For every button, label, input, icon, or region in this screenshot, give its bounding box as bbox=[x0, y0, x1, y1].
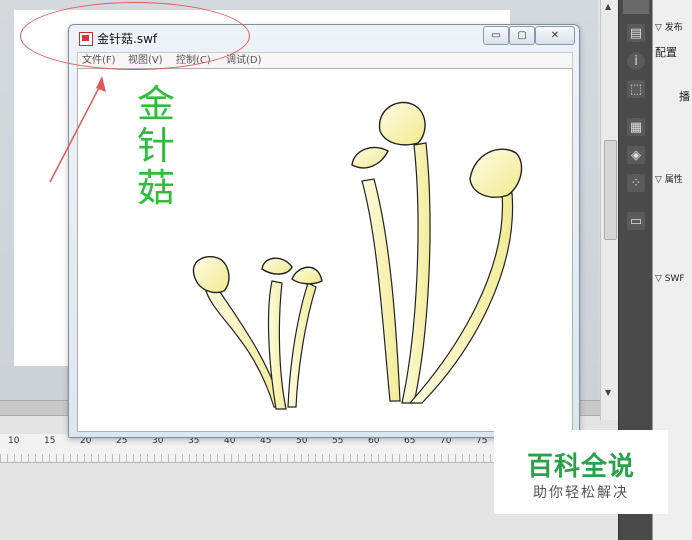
mushroom-cap bbox=[351, 146, 389, 169]
ruler-frame-label: 10 bbox=[8, 436, 20, 446]
align-icon[interactable]: ▤ bbox=[627, 24, 645, 42]
swf-section-header[interactable]: ▽ SWF bbox=[655, 274, 685, 284]
mushroom-stem bbox=[287, 282, 317, 408]
swf-content-area: 金 针 菇 bbox=[77, 68, 573, 432]
info-icon[interactable]: i bbox=[627, 52, 645, 70]
properties-section-header[interactable]: ▽ 属性 bbox=[655, 172, 683, 185]
mushroom-cap bbox=[192, 256, 230, 294]
highlight-ellipse bbox=[20, 2, 250, 70]
mushroom-stem bbox=[361, 178, 401, 402]
panel-strip-header bbox=[623, 0, 649, 14]
motion-icon[interactable]: ⁘ bbox=[627, 174, 645, 192]
minimize-button[interactable]: ▭ bbox=[483, 26, 509, 45]
mushroom-cap bbox=[378, 101, 426, 146]
scroll-up-icon[interactable]: ▲ bbox=[605, 2, 611, 11]
swf-player-window[interactable]: 金针菇.swf ▭ ▢ ✕ 文件(F) 视图(V) 控制(C) 调试(D) 金 … bbox=[68, 24, 580, 438]
maximize-button[interactable]: ▢ bbox=[509, 26, 535, 45]
annotation-arrow-icon bbox=[49, 76, 106, 183]
publish-section-header[interactable]: ▽ 发布 bbox=[655, 20, 683, 33]
config-label: 配置 bbox=[655, 46, 677, 59]
watermark-brand: 百科全说 bbox=[526, 452, 635, 482]
components-icon[interactable]: ◈ bbox=[627, 146, 645, 164]
mushroom-cap bbox=[261, 257, 293, 275]
transform-icon[interactable]: ⬚ bbox=[627, 80, 645, 98]
mushroom-cap bbox=[291, 266, 323, 285]
stage-vertical-scrollbar[interactable]: ▲ ▼ bbox=[600, 0, 618, 420]
swatches-icon[interactable]: ▭ bbox=[627, 212, 645, 230]
ruler-frame-label: 15 bbox=[44, 436, 56, 446]
scroll-down-icon[interactable]: ▼ bbox=[605, 388, 611, 397]
timeline-frame-ticks[interactable] bbox=[0, 454, 494, 462]
watermark-badge: 百科全说 助你轻松解决 bbox=[494, 430, 668, 514]
scrollbar-thumb[interactable] bbox=[604, 140, 617, 240]
mushroom-cap bbox=[469, 148, 523, 198]
close-button[interactable]: ✕ bbox=[535, 26, 575, 45]
mushroom-stem bbox=[401, 142, 431, 404]
watermark-slogan: 助你轻松解决 bbox=[533, 485, 629, 501]
menu-debug[interactable]: 调试(D) bbox=[226, 53, 262, 68]
player-label: 播 bbox=[679, 90, 690, 103]
enoki-mushroom-illustration bbox=[192, 101, 523, 410]
library-icon[interactable]: ▦ bbox=[627, 118, 645, 136]
